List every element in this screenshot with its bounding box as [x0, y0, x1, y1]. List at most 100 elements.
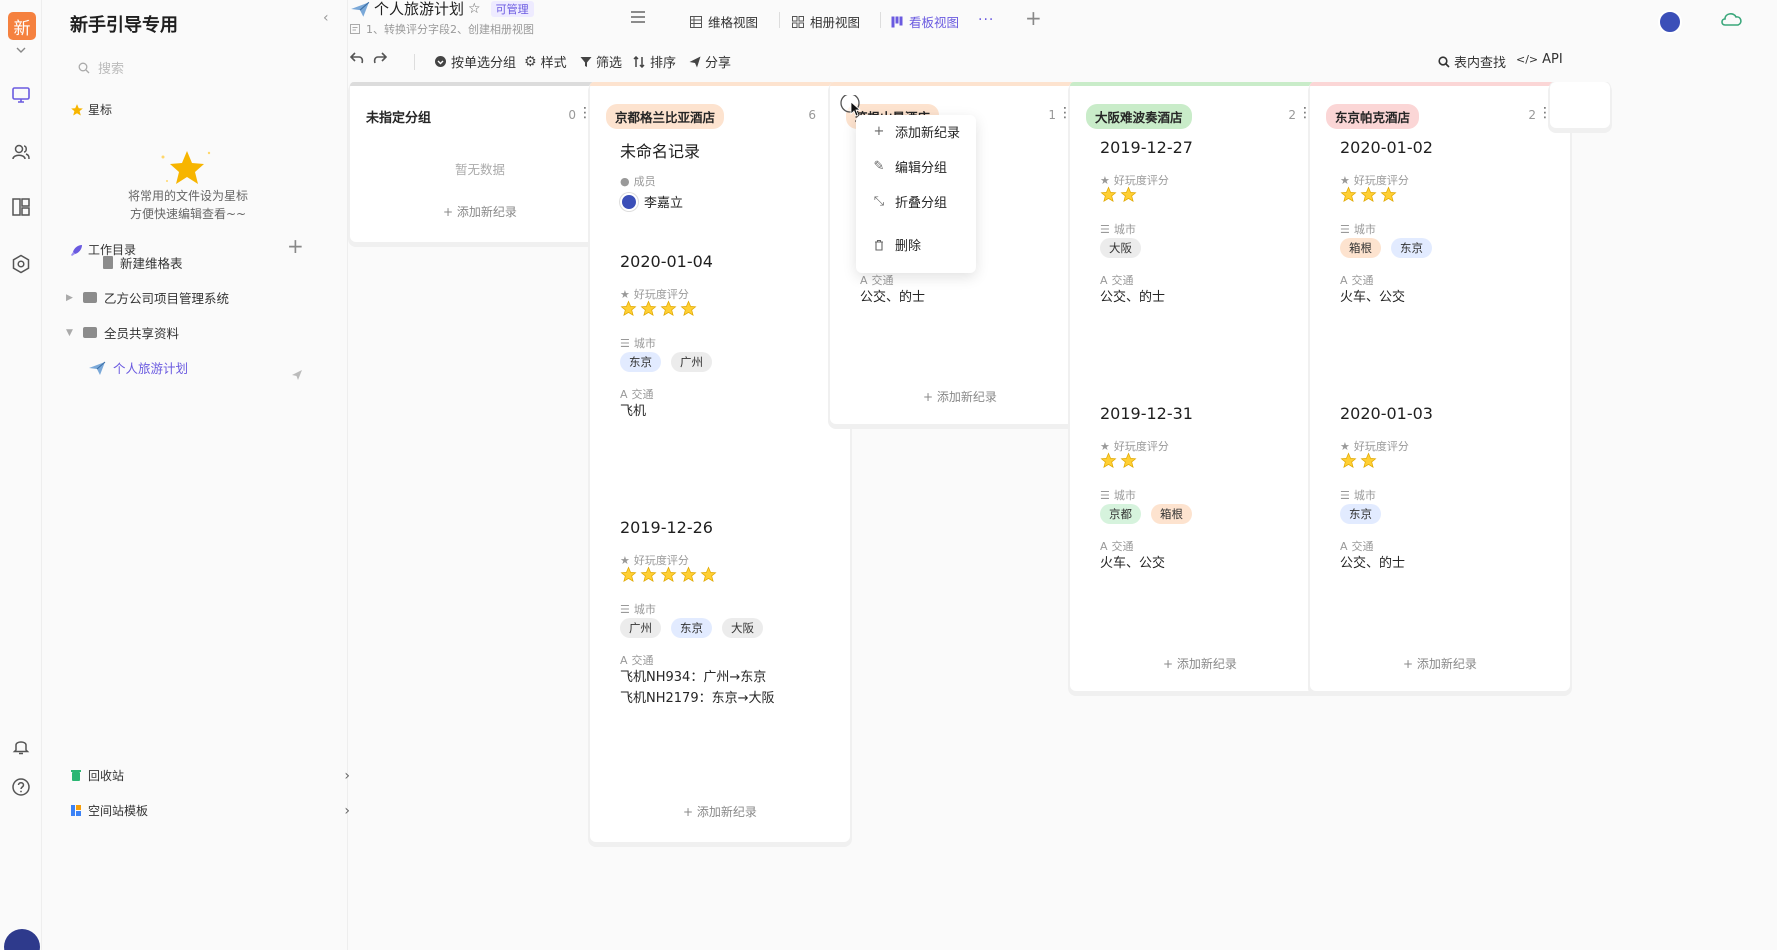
add-record-button[interactable]: + 添加新纪录	[830, 388, 1090, 405]
title-text[interactable]: 个人旅游计划	[374, 0, 464, 19]
style-label: 样式	[540, 56, 567, 71]
list-icon: ☰	[620, 336, 630, 350]
field-label-text: 城市	[1113, 489, 1136, 502]
field-label: ☰ 城市	[620, 335, 656, 351]
tab-gallery-view[interactable]: 相册视图	[792, 12, 860, 31]
description-text: 1、转换评分字段2、创建相册视图	[366, 23, 534, 36]
undo-button[interactable]	[350, 52, 364, 64]
star-outline-icon[interactable]: ☆	[468, 1, 481, 17]
menu-icon[interactable]	[630, 10, 646, 24]
card-title[interactable]: 2020-01-04	[620, 252, 713, 271]
search-input[interactable]: 搜索	[78, 58, 124, 77]
space-templates[interactable]: 空间站模板 ›	[70, 802, 350, 819]
caret-right-icon[interactable]: ▶	[66, 293, 76, 303]
find-in-table-button[interactable]: 表内查找	[1438, 52, 1506, 71]
plus-icon: +	[873, 124, 885, 139]
tab-grid-view[interactable]: 维格视图	[690, 12, 758, 31]
field-label-text: 城市	[633, 337, 656, 350]
menu-item-delete[interactable]: 删除	[872, 235, 921, 254]
star-small-icon: ★	[620, 553, 630, 567]
add-record-button[interactable]: + 添加新纪录	[590, 803, 850, 820]
tree-item-label: 全员共享资料	[104, 326, 180, 341]
add-record-button[interactable]: + 添加新纪录	[1310, 655, 1570, 672]
city-chip: 京都	[1100, 504, 1141, 524]
filter-label: 筛选	[596, 56, 623, 71]
filter-button[interactable]: 筛选	[580, 52, 622, 71]
style-button[interactable]: ⚙ 样式	[524, 52, 567, 72]
column-color-bar	[1070, 82, 1330, 86]
caret-down-icon[interactable]: ▼	[66, 328, 76, 338]
card-title[interactable]: 未命名记录	[620, 138, 700, 162]
collaborator-avatar[interactable]	[1658, 10, 1682, 34]
redo-button[interactable]	[373, 52, 387, 64]
card-title[interactable]: 2020-01-03	[1340, 404, 1433, 423]
field-label: ☰ 城市	[1100, 487, 1136, 503]
column-count: 0	[568, 108, 576, 122]
tree-item-shared-docs[interactable]: ▼ 全员共享资料	[66, 323, 179, 342]
space-badge[interactable]: 新	[8, 12, 36, 40]
transport-value: 公交、的士	[1340, 556, 1406, 571]
group-by-button[interactable]: 按单选分组	[434, 52, 516, 71]
kanban-board: 未指定分组 0 ⋮ 暂无数据 + 添加新纪录 京都格兰比亚酒店 6 未命名记录 …	[348, 82, 1777, 950]
rating-star-icon	[680, 300, 697, 316]
add-node-button[interactable]: +	[287, 236, 304, 256]
add-record-button[interactable]: + 添加新纪录	[1070, 655, 1330, 672]
text-icon: A	[1340, 539, 1348, 553]
hexagon-icon[interactable]	[10, 253, 32, 275]
menu-item-collapse-group[interactable]: ⤡ 折叠分组	[872, 192, 947, 211]
menu-item-label: 编辑分组	[895, 161, 948, 176]
trash-icon	[875, 239, 883, 251]
user-avatar[interactable]	[4, 929, 40, 950]
help-icon[interactable]	[10, 776, 32, 798]
datasheet-description[interactable]: 1、转换评分字段2、创建相册视图	[350, 21, 534, 37]
star-small-icon: ★	[1340, 439, 1350, 453]
tree-item-new-sheet[interactable]: 新建维格表	[86, 253, 183, 272]
share-button[interactable]: 分享	[689, 52, 731, 71]
card-title[interactable]: 2019-12-26	[620, 518, 713, 537]
card-title[interactable]: 2019-12-31	[1100, 404, 1193, 423]
card-title[interactable]: 2020-01-02	[1340, 138, 1433, 157]
rating-star-icon	[640, 300, 657, 316]
sort-label: 排序	[650, 56, 677, 71]
list-icon: ☰	[620, 602, 630, 616]
menu-item-edit-group[interactable]: ✎ 编辑分组	[872, 157, 947, 176]
monitor-icon[interactable]	[10, 84, 32, 106]
tree-item-travel-plan[interactable]: 个人旅游计划	[88, 358, 188, 377]
star-small-icon: ★	[1340, 173, 1350, 187]
tree-item-project-system[interactable]: ▶ 乙方公司项目管理系统	[66, 288, 229, 307]
menu-item-add-record[interactable]: + 添加新纪录	[872, 122, 960, 141]
view-more-icon[interactable]: ···	[978, 12, 994, 28]
code-icon: </>	[1516, 53, 1539, 66]
column-header: 大阪难波奏酒店 2 ⋮	[1086, 103, 1314, 129]
sort-button[interactable]: 排序	[633, 52, 676, 71]
users-icon[interactable]	[10, 141, 32, 163]
star-hint-line1: 将常用的文件设为星标	[127, 189, 248, 203]
city-chips: 东京	[1340, 504, 1381, 524]
card-title[interactable]: 2019-12-27	[1100, 138, 1193, 157]
kanban-column-add[interactable]	[1550, 82, 1610, 128]
text-icon: A	[860, 273, 868, 287]
api-button[interactable]: </> API	[1516, 52, 1563, 67]
search-icon	[78, 62, 90, 73]
share-icon	[689, 56, 701, 67]
starred-section[interactable]: 星标	[70, 101, 112, 118]
add-view-button[interactable]: +	[1025, 6, 1042, 30]
add-record-button[interactable]: + 添加新纪录	[350, 203, 610, 220]
chevron-down-icon[interactable]	[14, 44, 28, 56]
rating-star-icon	[620, 566, 637, 582]
star-small-icon: ★	[1100, 439, 1110, 453]
bell-icon[interactable]	[10, 735, 32, 757]
tab-label: 看板视图	[909, 15, 960, 30]
transport-value: 火车、公交	[1340, 290, 1406, 305]
collapse-sidebar-icon[interactable]: ‹	[323, 10, 329, 26]
tab-kanban-view[interactable]: 看板视图	[891, 12, 959, 31]
menu-item-label: 折叠分组	[895, 196, 948, 211]
column-count: 2	[1288, 108, 1296, 122]
rating-stars	[1340, 452, 1377, 469]
layout-icon[interactable]	[10, 196, 32, 218]
recycle-bin[interactable]: 回收站 ›	[70, 767, 350, 784]
cloud-sync-icon[interactable]	[1720, 10, 1744, 28]
column-count: 6	[808, 108, 816, 122]
divider	[880, 12, 881, 28]
send-icon[interactable]	[291, 369, 303, 381]
